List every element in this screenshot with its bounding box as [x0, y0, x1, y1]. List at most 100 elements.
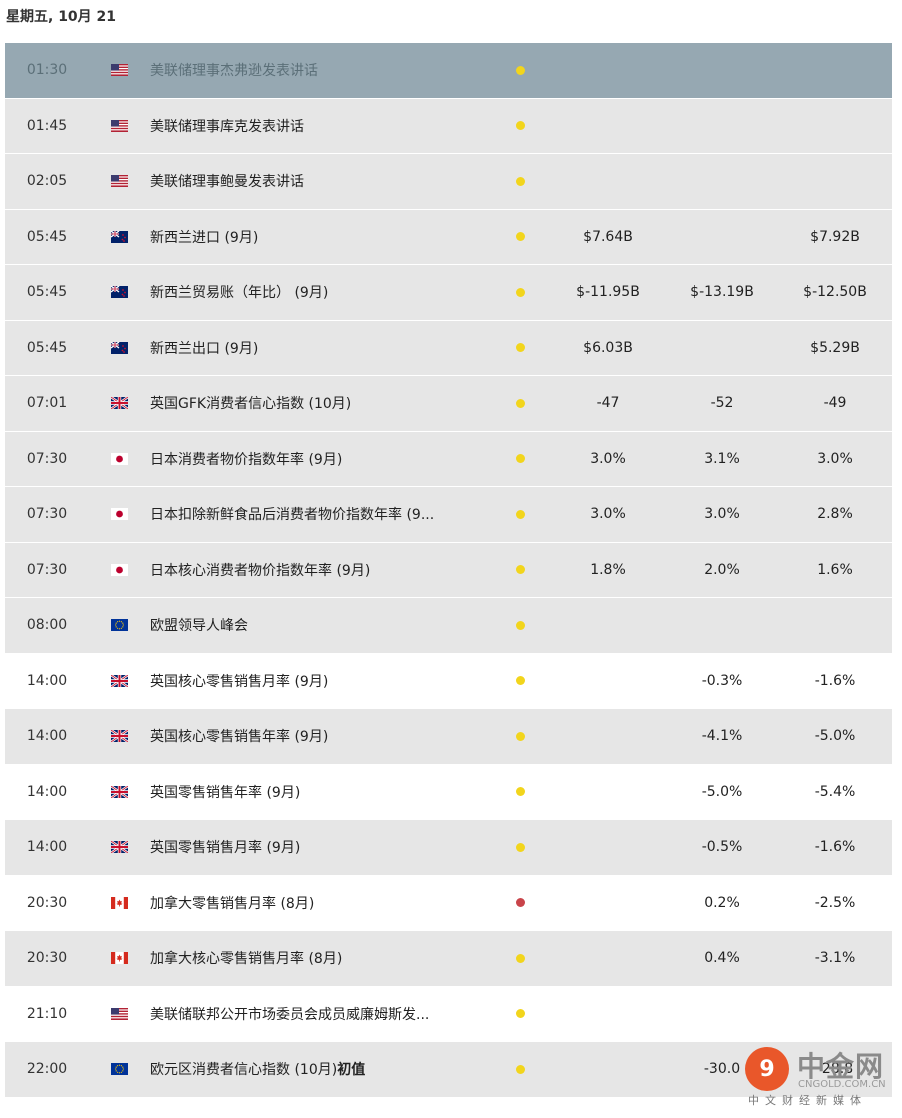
event-time: 07:30 — [26, 450, 68, 467]
event-row[interactable]: 14:00 英国零售销售月率 (9月) -0.5% -1.6% — [5, 820, 892, 876]
previous-value — [780, 99, 890, 154]
event-row[interactable]: 07:30 日本核心消费者物价指数年率 (9月) 1.8% 2.0% 1.6% — [5, 542, 892, 598]
importance-dot-icon — [514, 543, 526, 598]
importance-dot-icon — [514, 154, 526, 209]
previous-value: -5.0% — [814, 728, 856, 745]
watermark-logo-icon: 9 — [745, 1047, 789, 1091]
actual-value: $6.03B — [583, 339, 633, 356]
event-time: 01:30 — [26, 62, 68, 79]
actual-value — [553, 931, 663, 986]
us-flag-icon — [111, 99, 128, 154]
event-row[interactable]: 05:45 新西兰贸易账（年比） (9月) $-11.95B $-13.19B $-12… — [5, 265, 892, 321]
event-row[interactable]: 14:00 英国零售销售年率 (9月) -5.0% -5.4% — [5, 764, 892, 820]
previous-value: 2.8% — [817, 506, 853, 523]
event-row[interactable]: 07:01 英国GFK消费者信心指数 (10月) -47 -52 -49 — [5, 376, 892, 432]
forecast-value — [667, 154, 777, 209]
previous-value: 3.0% — [817, 450, 853, 467]
watermark-domain: CNGOLD.COM.CN — [798, 1079, 886, 1090]
event-row[interactable]: 08:00 欧盟领导人峰会 — [5, 598, 892, 654]
event-time: 20:30 — [26, 894, 68, 911]
event-row[interactable]: 07:30 日本消费者物价指数年率 (9月) 3.0% 3.1% 3.0% — [5, 431, 892, 487]
event-name-cell: 欧盟领导人峰会 — [150, 598, 495, 653]
event-time: 05:45 — [26, 339, 68, 356]
ca-flag-icon — [111, 931, 128, 986]
actual-value — [553, 598, 663, 653]
importance-dot-icon — [514, 321, 526, 376]
event-name: 新西兰出口 (9月) — [150, 340, 259, 357]
actual-value — [553, 1042, 663, 1097]
event-row[interactable]: 05:45 新西兰进口 (9月) $7.64B $7.92B — [5, 209, 892, 265]
actual-value — [553, 154, 663, 209]
event-name: 加拿大零售销售月率 (8月) — [150, 895, 315, 912]
previous-value: $5.29B — [810, 339, 860, 356]
event-name: 美联储联邦公开市场委员会成员威廉姆斯发... — [150, 1006, 430, 1023]
event-name-cell: 美联储理事鲍曼发表讲话 — [150, 154, 495, 209]
importance-dot-icon — [514, 931, 526, 986]
event-time: 05:45 — [26, 284, 68, 301]
forecast-value — [667, 43, 777, 98]
event-row[interactable]: 02:05 美联储理事鲍曼发表讲话 — [5, 154, 892, 210]
us-flag-icon — [111, 43, 128, 98]
event-name: 新西兰贸易账（年比） (9月) — [150, 285, 329, 302]
forecast-value: 3.1% — [704, 450, 740, 467]
previous-value — [780, 598, 890, 653]
event-name-cell: 新西兰贸易账（年比） (9月) — [150, 265, 495, 320]
previous-value: 1.6% — [817, 561, 853, 578]
watermark-logo-glyph: 9 — [759, 1056, 775, 1082]
importance-dot-icon — [514, 265, 526, 320]
forecast-value — [667, 598, 777, 653]
importance-dot-icon — [514, 598, 526, 653]
event-name-cell: 英国核心零售销售年率 (9月) — [150, 709, 495, 764]
event-name-cell: 英国核心零售销售月率 (9月) — [150, 654, 495, 709]
event-time: 07:30 — [26, 506, 68, 523]
event-name-cell: 日本核心消费者物价指数年率 (9月) — [150, 543, 495, 598]
actual-value: $-11.95B — [576, 284, 640, 301]
actual-value — [553, 987, 663, 1042]
event-row[interactable]: 07:30 日本扣除新鲜食品后消费者物价指数年率 (9... 3.0% 3.0% 2.8… — [5, 487, 892, 543]
economic-calendar-table: 01:30 美联储理事杰弗逊发表讲话 01:45 美联储理事库克发表讲话 02:05 美联… — [5, 43, 892, 1098]
actual-value: 1.8% — [590, 561, 626, 578]
event-name-cell: 加拿大核心零售销售月率 (8月) — [150, 931, 495, 986]
forecast-value: 3.0% — [704, 506, 740, 523]
event-name-cell: 英国GFK消费者信心指数 (10月) — [150, 376, 495, 431]
event-name: 美联储理事鲍曼发表讲话 — [150, 174, 304, 191]
event-name: 美联储理事杰弗逊发表讲话 — [150, 63, 318, 80]
event-row[interactable]: 01:45 美联储理事库克发表讲话 — [5, 98, 892, 154]
actual-value — [553, 654, 663, 709]
event-name-cell: 英国零售销售年率 (9月) — [150, 765, 495, 820]
importance-dot-icon — [514, 820, 526, 875]
event-row[interactable]: 14:00 英国核心零售销售月率 (9月) -0.3% -1.6% — [5, 653, 892, 709]
forecast-value — [667, 987, 777, 1042]
event-name: 日本核心消费者物价指数年率 (9月) — [150, 562, 371, 579]
ca-flag-icon — [111, 876, 128, 931]
event-name-cell: 加拿大零售销售月率 (8月) — [150, 876, 495, 931]
event-name-cell: 美联储理事杰弗逊发表讲话 — [150, 43, 495, 98]
event-time: 14:00 — [26, 728, 68, 745]
actual-value: $7.64B — [583, 228, 633, 245]
actual-value — [553, 99, 663, 154]
importance-dot-icon — [514, 432, 526, 487]
event-row[interactable]: 05:45 新西兰出口 (9月) $6.03B $5.29B — [5, 320, 892, 376]
event-time: 08:00 — [26, 617, 68, 634]
previous-value: -1.6% — [814, 839, 856, 856]
event-row[interactable]: 20:30 加拿大核心零售销售月率 (8月) 0.4% -3.1% — [5, 931, 892, 987]
event-name-cell: 日本扣除新鲜食品后消费者物价指数年率 (9... — [150, 487, 495, 542]
event-row[interactable]: 01:30 美联储理事杰弗逊发表讲话 — [5, 43, 892, 99]
event-time: 14:00 — [26, 839, 68, 856]
actual-value — [553, 709, 663, 764]
importance-dot-icon — [514, 210, 526, 265]
event-name-cell: 美联储联邦公开市场委员会成员威廉姆斯发... — [150, 987, 495, 1042]
jp-flag-icon — [111, 543, 128, 598]
event-row[interactable]: 14:00 英国核心零售销售年率 (9月) -4.1% -5.0% — [5, 709, 892, 765]
event-row[interactable]: 21:10 美联储联邦公开市场委员会成员威廉姆斯发... — [5, 986, 892, 1042]
nz-flag-icon — [111, 321, 128, 376]
event-name: 英国零售销售月率 (9月) — [150, 840, 301, 857]
us-flag-icon — [111, 987, 128, 1042]
event-name-cell: 日本消费者物价指数年率 (9月) — [150, 432, 495, 487]
importance-dot-icon — [514, 654, 526, 709]
event-row[interactable]: 20:30 加拿大零售销售月率 (8月) 0.2% -2.5% — [5, 875, 892, 931]
event-name-cell: 英国零售销售月率 (9月) — [150, 820, 495, 875]
previous-value — [780, 43, 890, 98]
uk-flag-icon — [111, 654, 128, 709]
event-name: 英国核心零售销售年率 (9月) — [150, 729, 329, 746]
